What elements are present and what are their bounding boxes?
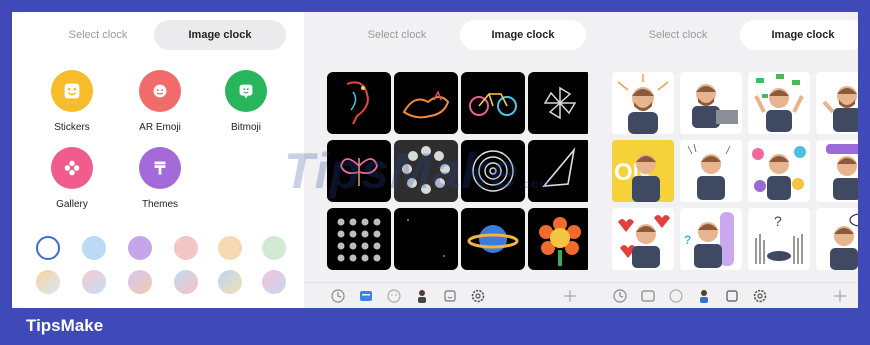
swatch[interactable]: [218, 236, 242, 260]
avatar-sticker[interactable]: [816, 72, 858, 134]
clock-icon[interactable]: [330, 288, 346, 304]
app-label: Gallery: [56, 199, 88, 210]
clock-tile-neon-cat[interactable]: [394, 72, 458, 134]
screens-container: Select clock Image clock Stickers AR Emo…: [12, 12, 858, 308]
tab-select-clock[interactable]: Select clock: [50, 20, 146, 50]
clock-tile-pinwheel[interactable]: [528, 72, 588, 134]
tab-select-clock[interactable]: Select clock: [628, 20, 728, 50]
app-bitmoji[interactable]: Bitmoji: [206, 70, 286, 133]
swatch[interactable]: [36, 270, 60, 294]
swatch[interactable]: [262, 236, 286, 260]
emoji-icon[interactable]: [668, 288, 684, 304]
avatar-sticker[interactable]: [612, 208, 674, 270]
swatch[interactable]: [174, 236, 198, 260]
avatar-sticker[interactable]: ?: [748, 208, 810, 270]
svg-text:?: ?: [684, 233, 691, 247]
tab-image-clock[interactable]: Image clock: [154, 20, 286, 50]
avatar-icon[interactable]: [414, 288, 430, 304]
themes-brush-icon: [139, 147, 181, 189]
sticker-icon[interactable]: [442, 288, 458, 304]
app-label: Themes: [141, 199, 179, 210]
bottom-toolbar: [304, 282, 588, 308]
app-label: AR Emoji: [139, 122, 181, 133]
tab-bar: Select clock Image clock: [588, 20, 858, 50]
avatar-sticker[interactable]: [612, 72, 674, 134]
watermark-sub: .com: [518, 177, 551, 191]
image-icon[interactable]: [640, 288, 656, 304]
tab-bar: Select clock Image clock: [304, 20, 588, 50]
screenshot-frame: Select clock Image clock Stickers AR Emo…: [0, 0, 870, 345]
clock-tile-black-dots[interactable]: [394, 208, 458, 270]
sticker-icon[interactable]: [724, 288, 740, 304]
app-stickers[interactable]: Stickers: [32, 70, 112, 133]
image-icon[interactable]: [358, 288, 374, 304]
avatar-sticker[interactable]: ON: [612, 140, 674, 202]
swatch[interactable]: [262, 270, 286, 294]
stickers-icon: [51, 70, 93, 112]
watermark-text: TipsMake: [284, 143, 519, 199]
swatch[interactable]: [218, 270, 242, 294]
app-themes[interactable]: Themes: [120, 147, 200, 210]
app-ar-emoji[interactable]: AR Emoji: [120, 70, 200, 133]
panel-avatar-clocks: Select clock Image clock ON ? ?: [588, 12, 858, 308]
settings-gear-icon[interactable]: [470, 288, 486, 304]
bitmoji-icon: [225, 70, 267, 112]
app-gallery[interactable]: Gallery: [32, 147, 112, 210]
footer-brand: TipsMake: [26, 316, 104, 335]
settings-gear-icon[interactable]: [752, 288, 768, 304]
avatar-sticker[interactable]: [748, 140, 810, 202]
avatar-sticker[interactable]: [816, 140, 858, 202]
svg-text:?: ?: [774, 213, 782, 229]
avatar-sticker[interactable]: ?: [680, 208, 742, 270]
tab-image-clock[interactable]: Image clock: [460, 20, 586, 50]
watermark: TipsMake.com: [284, 142, 551, 200]
add-plus-icon[interactable]: [832, 288, 848, 304]
swatch[interactable]: [128, 270, 152, 294]
clock-icon[interactable]: [612, 288, 628, 304]
avatar-icon[interactable]: [696, 288, 712, 304]
tab-bar: Select clock Image clock: [12, 20, 304, 50]
swatch[interactable]: [82, 270, 106, 294]
ar-emoji-icon: [139, 70, 181, 112]
panel-apps: Select clock Image clock Stickers AR Emo…: [12, 12, 304, 308]
swatch[interactable]: [128, 236, 152, 260]
swatch[interactable]: [174, 270, 198, 294]
bottom-toolbar: [588, 282, 858, 308]
emoji-icon[interactable]: [386, 288, 402, 304]
avatar-sticker[interactable]: [816, 208, 858, 270]
add-plus-icon[interactable]: [562, 288, 578, 304]
avatar-sticker[interactable]: [680, 140, 742, 202]
clock-tile-planet[interactable]: [461, 208, 525, 270]
swatch-selected[interactable]: [36, 236, 60, 260]
clock-tile-sunflower[interactable]: [528, 208, 588, 270]
tab-select-clock[interactable]: Select clock: [342, 20, 452, 50]
clock-tile-neon-bicycle[interactable]: [461, 72, 525, 134]
app-label: Bitmoji: [230, 122, 261, 133]
avatar-sticker[interactable]: [748, 72, 810, 134]
app-label: Stickers: [54, 122, 90, 133]
avatar-sticker[interactable]: [680, 72, 742, 134]
clock-tile-dot-grid[interactable]: [327, 208, 391, 270]
clock-tile-neon-parrot[interactable]: [327, 72, 391, 134]
swatch[interactable]: [82, 236, 106, 260]
tab-image-clock[interactable]: Image clock: [740, 20, 858, 50]
gallery-flower-icon: [51, 147, 93, 189]
